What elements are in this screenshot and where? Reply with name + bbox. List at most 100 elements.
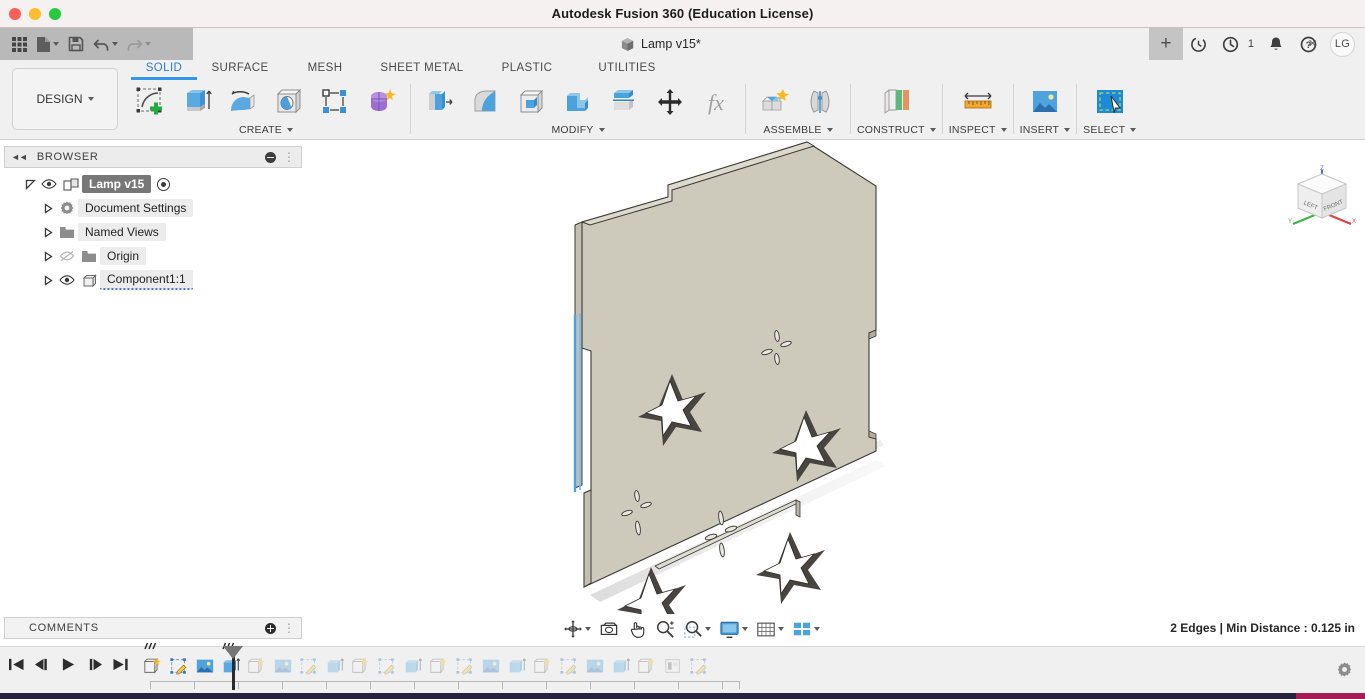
timeline-feature-canvas[interactable] <box>478 651 504 681</box>
new-component-icon[interactable] <box>752 82 798 122</box>
visibility-eye-icon[interactable] <box>56 274 78 286</box>
timeline-feature-sketch[interactable] <box>296 651 322 681</box>
minimize-window-button[interactable] <box>29 8 41 20</box>
timeline-feature-sketch[interactable] <box>686 651 712 681</box>
chevron-down-icon[interactable] <box>53 42 59 46</box>
tree-label-named-views[interactable]: Named Views <box>78 223 166 241</box>
tree-row-lamp[interactable]: Lamp v15 <box>4 172 302 196</box>
tree-row-named-views[interactable]: Named Views <box>4 220 302 244</box>
chevron-down-icon[interactable] <box>778 627 784 631</box>
timeline-feature-extrude[interactable] <box>530 651 556 681</box>
timeline-feature-canvas[interactable] <box>270 651 296 681</box>
timeline-settings-gear-icon[interactable] <box>1336 661 1353 683</box>
hole-icon[interactable] <box>266 82 312 122</box>
chevron-down-icon[interactable] <box>112 42 118 46</box>
expand-arrow-collapsed-icon[interactable] <box>40 275 56 286</box>
tab-solid[interactable]: SOLID <box>131 62 197 77</box>
offset-plane-icon[interactable] <box>871 82 921 122</box>
ribbon-group-create-label[interactable]: CREATE <box>239 122 293 138</box>
expand-arrow-collapsed-icon[interactable] <box>40 203 56 214</box>
tab-sheet-metal[interactable]: SHEET METAL <box>367 62 477 77</box>
timeline-feature-sketch[interactable] <box>452 651 478 681</box>
press-pull-icon[interactable] <box>417 82 463 122</box>
avatar[interactable]: LG <box>1330 32 1355 57</box>
go-to-beginning-icon[interactable] <box>8 657 25 677</box>
timeline-feature-sketch[interactable] <box>166 651 192 681</box>
expand-arrow-collapsed-icon[interactable] <box>40 227 56 238</box>
tree-row-component1[interactable]: Component1:1 <box>4 268 302 292</box>
zoom-icon[interactable] <box>652 616 678 642</box>
insert-image-icon[interactable] <box>1020 82 1070 122</box>
star-cutout-3[interactable] <box>617 567 686 614</box>
display-settings-icon[interactable] <box>716 616 751 642</box>
visibility-hidden-eye-icon[interactable] <box>56 250 78 262</box>
zoom-window-button[interactable] <box>49 8 61 20</box>
visibility-eye-icon[interactable] <box>38 178 60 190</box>
go-to-end-icon[interactable] <box>112 657 129 677</box>
tab-utilities[interactable]: UTILITIES <box>577 62 677 77</box>
chevron-down-icon[interactable] <box>705 627 711 631</box>
change-parameters-icon[interactable]: fx <box>693 82 739 122</box>
shell-icon[interactable] <box>509 82 555 122</box>
tab-mesh[interactable]: MESH <box>283 62 367 77</box>
combine-icon[interactable] <box>555 82 601 122</box>
timeline-feature-extrude[interactable] <box>140 651 166 681</box>
timeline-feature-extrude[interactable] <box>322 651 348 681</box>
timeline-feature-extrude[interactable] <box>608 651 634 681</box>
form-icon[interactable] <box>358 82 404 122</box>
job-status-icon[interactable] <box>1183 28 1215 60</box>
tab-surface[interactable]: SURFACE <box>197 62 283 77</box>
look-at-icon[interactable] <box>596 616 622 642</box>
orbit-icon[interactable] <box>560 616 594 642</box>
document-tab-lamp[interactable]: Lamp v15* <box>610 28 711 60</box>
new-tab-button[interactable]: + <box>1149 28 1183 60</box>
measure-icon[interactable] <box>953 82 1003 122</box>
timeline-feature-canvas[interactable] <box>192 651 218 681</box>
split-face-icon[interactable] <box>601 82 647 122</box>
step-back-icon[interactable] <box>34 657 51 677</box>
timeline-feature-extrude[interactable] <box>400 651 426 681</box>
ribbon-group-inspect-label[interactable]: INSPECT <box>949 122 1007 138</box>
joint-icon[interactable] <box>798 82 844 122</box>
fillet-icon[interactable] <box>463 82 509 122</box>
activate-component-radio[interactable] <box>157 178 170 191</box>
minus-circle-icon[interactable] <box>265 152 276 163</box>
tree-label-component1[interactable]: Component1:1 <box>100 270 193 290</box>
tree-row-document-settings[interactable]: Document Settings <box>4 196 302 220</box>
grid-snaps-icon[interactable] <box>753 616 787 642</box>
pan-icon[interactable] <box>624 616 650 642</box>
expand-arrow-expanded-icon[interactable] <box>22 179 38 190</box>
timeline-feature-extrude[interactable] <box>244 651 270 681</box>
timeline-playhead[interactable] <box>232 650 235 690</box>
zoom-window-icon[interactable] <box>680 616 714 642</box>
workspace-selector[interactable]: DESIGN <box>12 68 118 130</box>
redo-icon[interactable] <box>124 31 153 57</box>
rectangular-pattern-icon[interactable] <box>312 82 358 122</box>
timeline-feature-canvas[interactable] <box>582 651 608 681</box>
new-document-icon[interactable] <box>34 31 61 57</box>
chevron-down-icon[interactable] <box>814 627 820 631</box>
ribbon-group-modify-label[interactable]: MODIFY <box>551 122 604 138</box>
timeline-feature-extrude[interactable] <box>504 651 530 681</box>
collapse-left-icon[interactable]: ◄◄ <box>11 152 27 162</box>
chevron-down-icon[interactable] <box>585 627 591 631</box>
tree-label-document-settings[interactable]: Document Settings <box>78 199 193 217</box>
bell-icon[interactable] <box>1260 28 1292 60</box>
close-window-button[interactable] <box>9 8 21 20</box>
chevron-down-icon[interactable] <box>145 42 151 46</box>
viewports-icon[interactable] <box>789 616 823 642</box>
plus-circle-icon[interactable] <box>265 623 276 634</box>
ribbon-group-assemble-label[interactable]: ASSEMBLE <box>763 122 832 138</box>
panel-resize-grip[interactable]: ⋮ <box>283 150 295 164</box>
revolve-icon[interactable] <box>220 82 266 122</box>
tree-label-origin[interactable]: Origin <box>100 247 146 265</box>
help-icon[interactable]: ? <box>1292 28 1324 60</box>
timeline-feature-extrude[interactable] <box>426 651 452 681</box>
expand-arrow-collapsed-icon[interactable] <box>40 251 56 262</box>
select-icon[interactable] <box>1085 82 1135 122</box>
undo-icon[interactable] <box>91 31 120 57</box>
timeline-feature-sketch[interactable] <box>556 651 582 681</box>
ribbon-group-construct-label[interactable]: CONSTRUCT <box>857 122 936 138</box>
viewcube[interactable]: LEFT FRONT Z Y X <box>1283 158 1361 236</box>
panel-resize-grip[interactable]: ⋮ <box>283 621 295 635</box>
